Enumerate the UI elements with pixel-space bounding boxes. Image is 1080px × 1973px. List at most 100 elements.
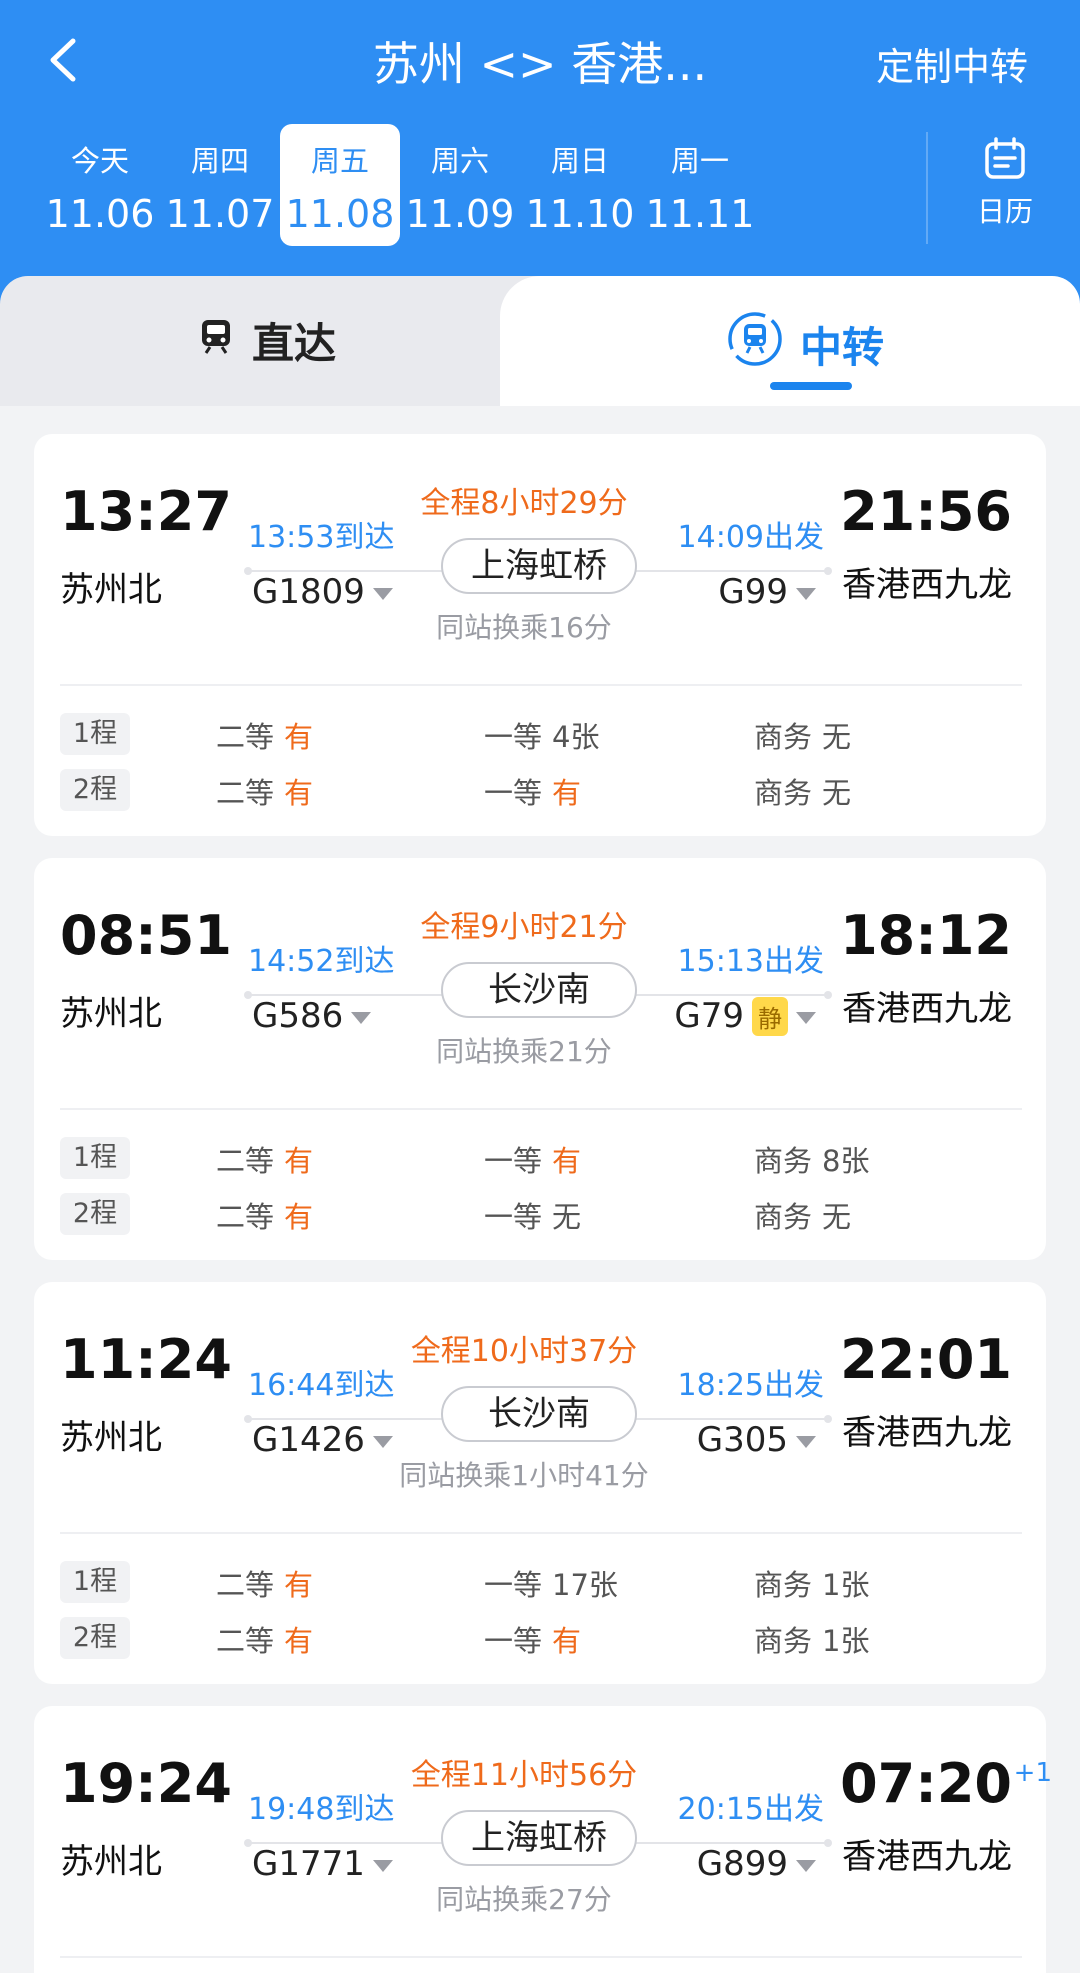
date-strip: 今天 11.06 周四 11.07 周五 11.08 周六 11.09 周日 11.10 周一 11.…	[0, 124, 920, 248]
arrival-station: 香港西九龙	[842, 565, 1012, 605]
date-day: 11.07	[165, 192, 275, 236]
date-weekday: 今天	[70, 144, 129, 178]
first-train-number[interactable]: G586	[252, 996, 372, 1036]
transfer-note: 同站换乘16分	[436, 611, 612, 644]
arrival-station: 香港西九龙	[842, 989, 1012, 1029]
mode-tabs: 直达 中转	[0, 276, 1080, 406]
date-item[interactable]: 今天 11.06	[40, 124, 160, 246]
arrival-time: 07:20	[840, 1752, 1012, 1815]
date-day: 11.10	[525, 192, 635, 236]
train-number-text: G1771	[252, 1844, 365, 1884]
chevron-left-icon	[50, 38, 76, 82]
business-class-seats: 商务无	[754, 1200, 852, 1234]
itinerary-card[interactable]: 19:24 苏州北 07:20 +1 香港西九龙 全程11小时56分 19:48到达 20:1…	[34, 1706, 1052, 1973]
tab-transfer-text: 中转	[800, 322, 885, 372]
leg-tag: 2程	[60, 1193, 130, 1235]
transfer-station: 长沙南	[441, 1386, 637, 1442]
business-class-seats: 商务无	[754, 776, 852, 810]
total-duration: 全程11小时56分	[410, 1758, 638, 1793]
leg-tag: 2程	[60, 1617, 130, 1659]
itinerary-card[interactable]: 13:27 苏州北 21:56 香港西九龙 全程8小时29分 13:53到达 14:09出发…	[34, 434, 1046, 836]
second-class-seats: 二等有	[216, 1568, 314, 1602]
seat-availability-row: 2程 二等有 一等有 商务 1张	[60, 1616, 1020, 1660]
top-header: 苏州 <> 香港... 定制中转 今天 11.06 周四 11.07 周五 11.08 周六…	[0, 0, 1080, 310]
second-class-seats: 二等有	[216, 1624, 314, 1658]
calendar-label: 日历	[976, 195, 1033, 228]
second-leg-departure: 18:25出发	[677, 1368, 824, 1403]
back-button[interactable]	[38, 30, 88, 90]
itinerary-card[interactable]: 11:24 苏州北 22:01 香港西九龙 全程10小时37分 16:44到达 18:25出…	[34, 1282, 1046, 1684]
first-class-seats: 一等有	[484, 776, 582, 810]
date-weekday: 周一	[670, 144, 729, 178]
transfer-note: 同站换乘1小时41分	[399, 1459, 649, 1492]
train-number-text: G1809	[252, 572, 365, 612]
seat-availability-row: 1程 二等有 一等 4张 商务无	[60, 712, 1020, 756]
train-number-text: G899	[696, 1844, 788, 1884]
first-class-seats: 一等有	[484, 1144, 582, 1178]
date-item[interactable]: 周一 11.11	[640, 124, 760, 246]
date-day: 11.08	[285, 192, 395, 236]
date-item[interactable]: 周四 11.07	[160, 124, 280, 246]
itinerary-card[interactable]: 08:51 苏州北 18:12 香港西九龙 全程9小时21分 14:52到达 15:13出发…	[34, 858, 1046, 1260]
arrival-station: 香港西九龙	[842, 1837, 1012, 1877]
date-weekday: 周四	[190, 144, 249, 178]
train-number-text: G1426	[252, 1420, 365, 1460]
dropdown-triangle-icon	[372, 1860, 393, 1872]
calendar-icon	[985, 137, 1025, 179]
seat-availability-row: 1程 二等有 一等有 商务 8张	[60, 1136, 1020, 1180]
second-train-number[interactable]: G305	[697, 1420, 816, 1460]
transfer-note: 同站换乘27分	[436, 1883, 612, 1916]
date-weekday: 周日	[550, 144, 609, 178]
tab-direct-text: 直达	[252, 319, 337, 368]
departure-time: 19:24	[60, 1752, 232, 1815]
first-class-seats: 一等 17张	[484, 1568, 618, 1602]
second-train-number[interactable]: G99	[718, 572, 816, 612]
first-leg-arrival: 13:53到达	[248, 520, 395, 555]
departure-station: 苏州北	[60, 570, 162, 610]
card-divider	[60, 1956, 1022, 1958]
date-weekday: 周六	[430, 144, 489, 178]
first-leg-arrival: 14:52到达	[248, 944, 395, 979]
date-weekday: 周五	[310, 144, 369, 178]
dropdown-triangle-icon	[796, 1860, 816, 1872]
second-train-number[interactable]: G79 静	[674, 996, 816, 1036]
business-class-seats: 商务 1张	[754, 1624, 870, 1658]
date-item[interactable]: 周六 11.09	[400, 124, 520, 246]
second-class-seats: 二等有	[216, 1144, 314, 1178]
transfer-station: 上海虹桥	[441, 538, 637, 594]
custom-transfer-button[interactable]: 定制中转	[876, 36, 1028, 91]
total-duration: 全程9小时21分	[420, 910, 628, 945]
date-item[interactable]: 周日 11.10	[520, 124, 640, 246]
arrival-time: 18:12	[840, 904, 1012, 967]
train-number-text: G586	[252, 996, 344, 1036]
train-number-text: G305	[696, 1420, 788, 1460]
tab-transfer-label[interactable]: 中转	[726, 310, 884, 378]
tab-direct-label[interactable]: 直达	[196, 310, 336, 371]
route-title[interactable]: 苏州 <> 香港...	[340, 28, 740, 94]
train-number-text: G79	[674, 996, 744, 1036]
card-divider	[60, 1108, 1022, 1110]
second-leg-departure: 20:15出发	[677, 1792, 824, 1827]
departure-time: 08:51	[60, 904, 232, 967]
seat-availability-row: 2程 二等有 一等有 商务无	[60, 768, 1020, 812]
leg-tag: 1程	[60, 1137, 130, 1179]
leg-tag: 2程	[60, 769, 130, 811]
dropdown-triangle-icon	[796, 1012, 816, 1024]
business-class-seats: 商务 1张	[754, 1568, 870, 1602]
transfer-train-icon	[726, 310, 784, 378]
departure-station: 苏州北	[60, 994, 162, 1034]
date-day: 11.06	[45, 192, 155, 236]
first-class-seats: 一等 4张	[484, 720, 600, 754]
next-day-badge: +1	[1013, 1758, 1052, 1788]
arrival-time: 22:01	[840, 1328, 1012, 1391]
calendar-button[interactable]: 日历	[950, 136, 1060, 230]
date-item[interactable]: 周五 11.08	[280, 124, 400, 246]
dropdown-triangle-icon	[796, 1436, 816, 1448]
first-leg-arrival: 19:48到达	[248, 1792, 395, 1827]
date-day: 11.09	[405, 192, 515, 236]
date-day: 11.11	[645, 192, 755, 236]
second-class-seats: 二等有	[216, 1200, 314, 1234]
second-train-number[interactable]: G899	[697, 1844, 816, 1884]
card-divider	[60, 1532, 1022, 1534]
first-leg-arrival: 16:44到达	[248, 1368, 395, 1403]
